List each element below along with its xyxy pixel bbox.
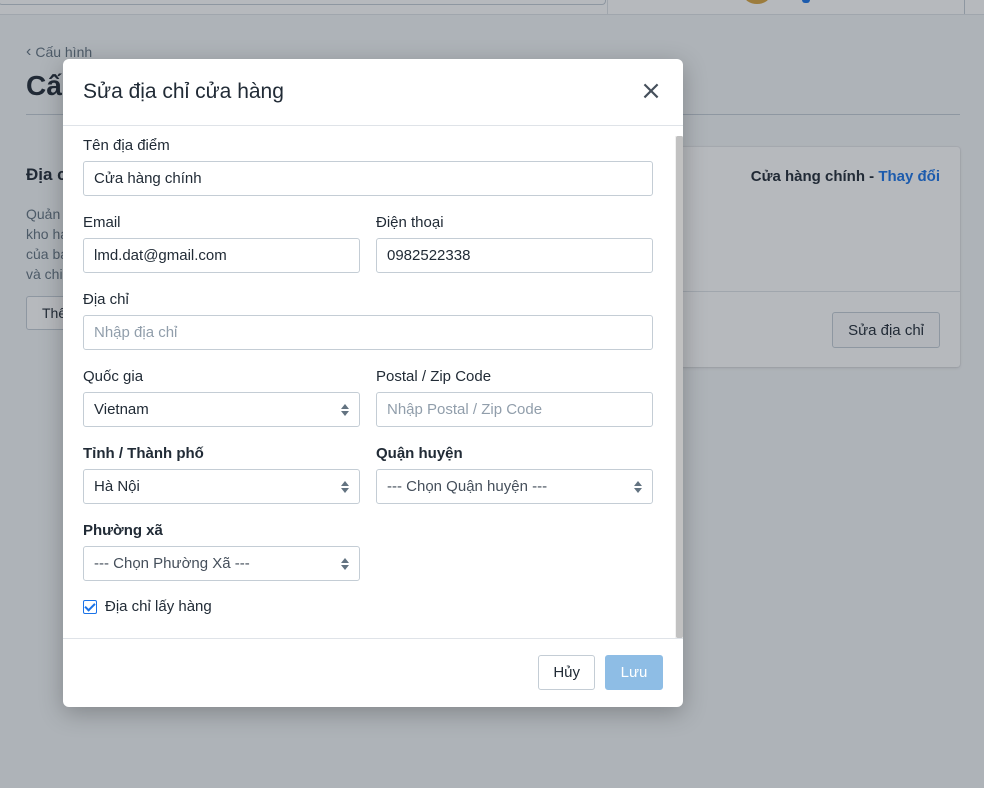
country-select[interactable]: Vietnam [83,392,360,427]
save-button[interactable]: Lưu [605,655,663,690]
select-arrows-icon [634,480,642,494]
province-select-value: Hà Nội [94,478,140,495]
postal-label: Postal / Zip Code [376,368,492,385]
province-select[interactable]: Hà Nội [83,469,360,504]
select-arrows-icon [341,480,349,494]
modal-footer: Hủy Lưu [63,638,683,707]
email-label: Email [83,214,121,231]
phone-label: Điện thoại [376,214,444,231]
scrollbar-thumb[interactable] [676,136,683,638]
pickup-address-checkbox[interactable] [83,599,97,614]
modal-body: Tên địa điểm Cửa hàng chính Email lmd.da… [63,126,683,638]
modal-scrollbar[interactable] [675,136,683,638]
district-label: Quận huyện [376,445,463,462]
district-select[interactable]: --- Chọn Quận huyện --- [376,469,653,504]
cancel-button[interactable]: Hủy [538,655,595,690]
district-select-value: --- Chọn Quận huyện --- [387,478,548,495]
pickup-address-option[interactable]: Địa chỉ lấy hàng [83,598,212,615]
ward-select-value: --- Chọn Phường Xã --- [94,555,250,572]
pickup-address-label: Địa chỉ lấy hàng [105,598,212,615]
edit-address-modal: Sửa địa chỉ cửa hàng × Tên địa điểm Cửa … [63,59,683,707]
country-select-value: Vietnam [94,401,149,418]
email-field[interactable]: lmd.dat@gmail.com [83,238,360,273]
select-arrows-icon [341,403,349,417]
close-icon[interactable]: × [639,78,663,104]
address-label: Địa chỉ [83,291,129,308]
modal-title: Sửa địa chỉ cửa hàng [83,80,284,103]
ward-select[interactable]: --- Chọn Phường Xã --- [83,546,360,581]
country-label: Quốc gia [83,368,144,385]
phone-field[interactable]: 0982522338 [376,238,653,273]
select-arrows-icon [341,557,349,571]
location-name-label: Tên địa điểm [83,137,170,154]
location-name-input[interactable]: Cửa hàng chính [83,161,653,196]
address-input[interactable]: Nhập địa chỉ [83,315,653,350]
postal-input[interactable]: Nhập Postal / Zip Code [376,392,653,427]
modal-header: Sửa địa chỉ cửa hàng × [63,59,683,126]
ward-label: Phường xã [83,522,163,539]
province-label: Tỉnh / Thành phố [83,445,204,462]
